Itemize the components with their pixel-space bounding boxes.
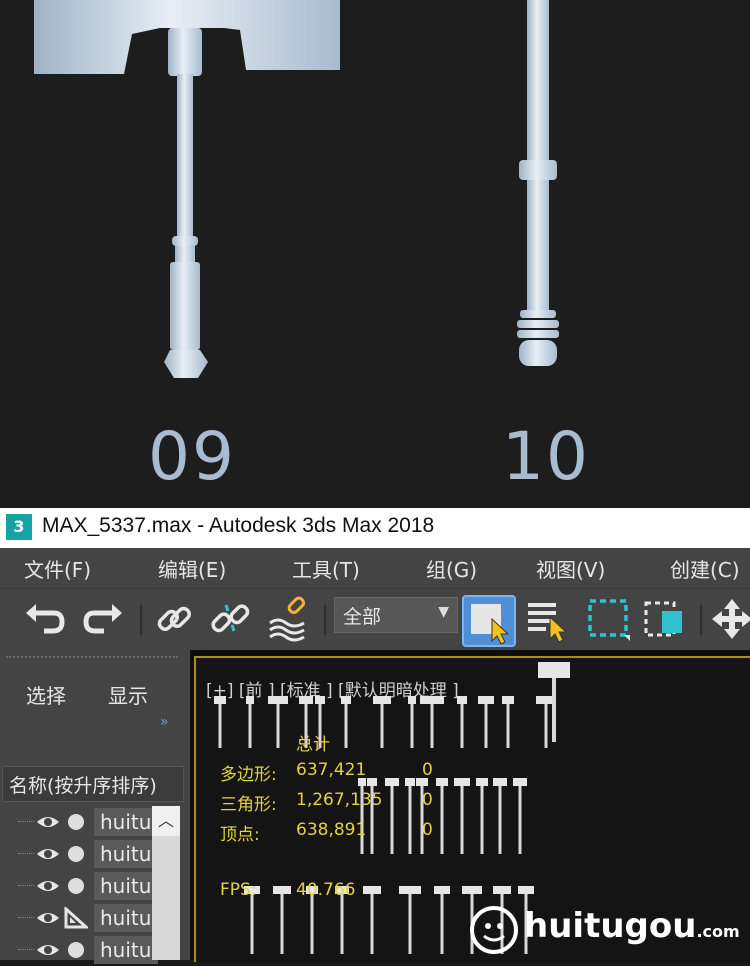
- menu-tools[interactable]: 工具(T): [292, 554, 360, 583]
- stats-tris-value: 1,267,135: [296, 790, 383, 810]
- model-label-09: 09: [148, 418, 236, 495]
- weapon-models: [34, 0, 559, 378]
- stats-polys-value: 637,421: [296, 760, 367, 780]
- viewport-weapon-model: [246, 696, 254, 748]
- tree-line: [18, 821, 34, 822]
- scroll-up-icon[interactable]: ︿: [152, 806, 180, 836]
- window-title: MAX_5337.max - Autodesk 3ds Max 2018: [42, 514, 435, 537]
- link-icon[interactable]: [150, 595, 198, 643]
- menu-views[interactable]: 视图(V): [536, 554, 605, 583]
- name-column-label: 名称(按升序排序): [9, 775, 157, 797]
- tree-line: [18, 885, 34, 886]
- weapon-10-model: [517, 0, 559, 366]
- window-titlebar[interactable]: 3 MAX_5337.max - Autodesk 3ds Max 2018: [0, 508, 750, 548]
- viewport-weapon-model: [268, 696, 288, 748]
- tree-line: [18, 917, 34, 918]
- stats-fps-value: 40.766: [296, 880, 356, 900]
- viewport-weapon-model: [457, 696, 467, 748]
- viewport-weapon-model: [341, 696, 351, 748]
- object-name: huitu: [94, 872, 158, 900]
- stats-polys-label: 多边形:: [220, 765, 277, 785]
- object-name: huitu: [94, 904, 158, 932]
- viewport-weapon-model: [478, 696, 494, 748]
- menu-bar: 文件(F) 编辑(E) 工具(T) 组(G) 视图(V) 创建(C): [0, 548, 750, 588]
- stats-verts-selected: 0: [422, 820, 433, 840]
- freeze-toggle-icon[interactable]: [68, 942, 84, 958]
- viewport-weapon-model: [373, 696, 391, 748]
- undo-icon[interactable]: [20, 595, 68, 643]
- selection-filter-dropdown[interactable]: 全部 ▼: [334, 597, 458, 633]
- chevron-right-icon[interactable]: »: [160, 714, 169, 730]
- viewport-weapon-model: [385, 778, 399, 854]
- viewport-weapon-model: [436, 778, 448, 854]
- menu-group[interactable]: 组(G): [426, 554, 477, 583]
- watermark-text: huitugou.com: [524, 906, 740, 946]
- viewport-weapon-model: [454, 778, 470, 854]
- stats-total-label: 总计: [296, 735, 330, 755]
- weapon-09-model: [34, 0, 340, 378]
- watermark-suffix: .com: [696, 922, 740, 941]
- toolbar-separator: [324, 605, 326, 635]
- freeze-toggle-icon[interactable]: [68, 814, 84, 830]
- viewport-weapon-model: [493, 778, 507, 854]
- viewport-weapon-model: [408, 696, 416, 748]
- tree-line: [18, 949, 34, 950]
- unlink-icon[interactable]: [206, 595, 254, 643]
- toolbar-separator: [700, 605, 702, 635]
- viewport-weapon-model: [363, 886, 381, 954]
- redo-icon[interactable]: [80, 595, 128, 643]
- move-icon[interactable]: [708, 595, 750, 643]
- eye-icon[interactable]: [36, 940, 60, 960]
- chevron-down-icon: ▼: [438, 604, 449, 620]
- viewport-weapon-model: [273, 886, 291, 954]
- viewport-weapon-model: [502, 696, 514, 748]
- menu-file[interactable]: 文件(F): [24, 554, 91, 583]
- object-name: huitu: [94, 808, 158, 836]
- viewport-weapon-model: [476, 778, 488, 854]
- window-crossing-icon[interactable]: [642, 595, 690, 643]
- dog-logo-icon: [470, 906, 518, 954]
- eye-icon[interactable]: [36, 908, 60, 928]
- toolbar-separator: [140, 605, 142, 635]
- name-column-header[interactable]: 名称(按升序排序): [2, 766, 184, 802]
- select-by-name-icon[interactable]: [524, 595, 572, 643]
- tree-line: [18, 853, 34, 854]
- viewport-weapon-model: [434, 886, 450, 954]
- selection-filter-value: 全部: [343, 606, 382, 628]
- main-toolbar: 全部 ▼: [0, 588, 750, 651]
- viewport-weapon-model: [513, 778, 527, 854]
- stats-tris-selected: 0: [422, 790, 433, 810]
- watermark-logo: huitugou.com: [468, 900, 748, 960]
- render-preview: 09 10: [0, 0, 750, 508]
- menu-edit[interactable]: 编辑(E): [158, 554, 226, 583]
- menu-create[interactable]: 创建(C): [670, 554, 740, 583]
- tab-display[interactable]: 显示: [108, 680, 148, 709]
- freeze-toggle-icon[interactable]: [68, 846, 84, 862]
- panel-grip[interactable]: [6, 656, 178, 658]
- viewport-weapon-model: [405, 778, 415, 854]
- object-name: huitu: [94, 840, 158, 868]
- stats-fps-label: FPS:: [220, 880, 257, 900]
- freeze-toggle-icon[interactable]: [68, 878, 84, 894]
- rect-selection-region-icon[interactable]: [584, 595, 632, 643]
- select-object-icon[interactable]: [462, 595, 516, 647]
- stats-verts-label: 顶点:: [220, 825, 260, 845]
- eye-icon[interactable]: [36, 812, 60, 832]
- viewport-weapon-model: [420, 696, 444, 748]
- camera-helper-icon: [64, 907, 88, 929]
- eye-icon[interactable]: [36, 844, 60, 864]
- stats-verts-value: 638,891: [296, 820, 367, 840]
- bind-spacewarp-icon[interactable]: [264, 595, 312, 643]
- app-3dsmax-icon[interactable]: 3: [6, 514, 32, 540]
- explorer-scrollbar[interactable]: ︿: [152, 806, 180, 960]
- stats-polys-selected: 0: [422, 760, 433, 780]
- viewport-weapon-model: [399, 886, 421, 954]
- stats-tris-label: 三角形:: [220, 795, 277, 815]
- model-label-10: 10: [502, 418, 590, 495]
- eye-icon[interactable]: [36, 876, 60, 896]
- tab-select[interactable]: 选择: [26, 680, 66, 709]
- viewport-weapon-model: [214, 696, 226, 748]
